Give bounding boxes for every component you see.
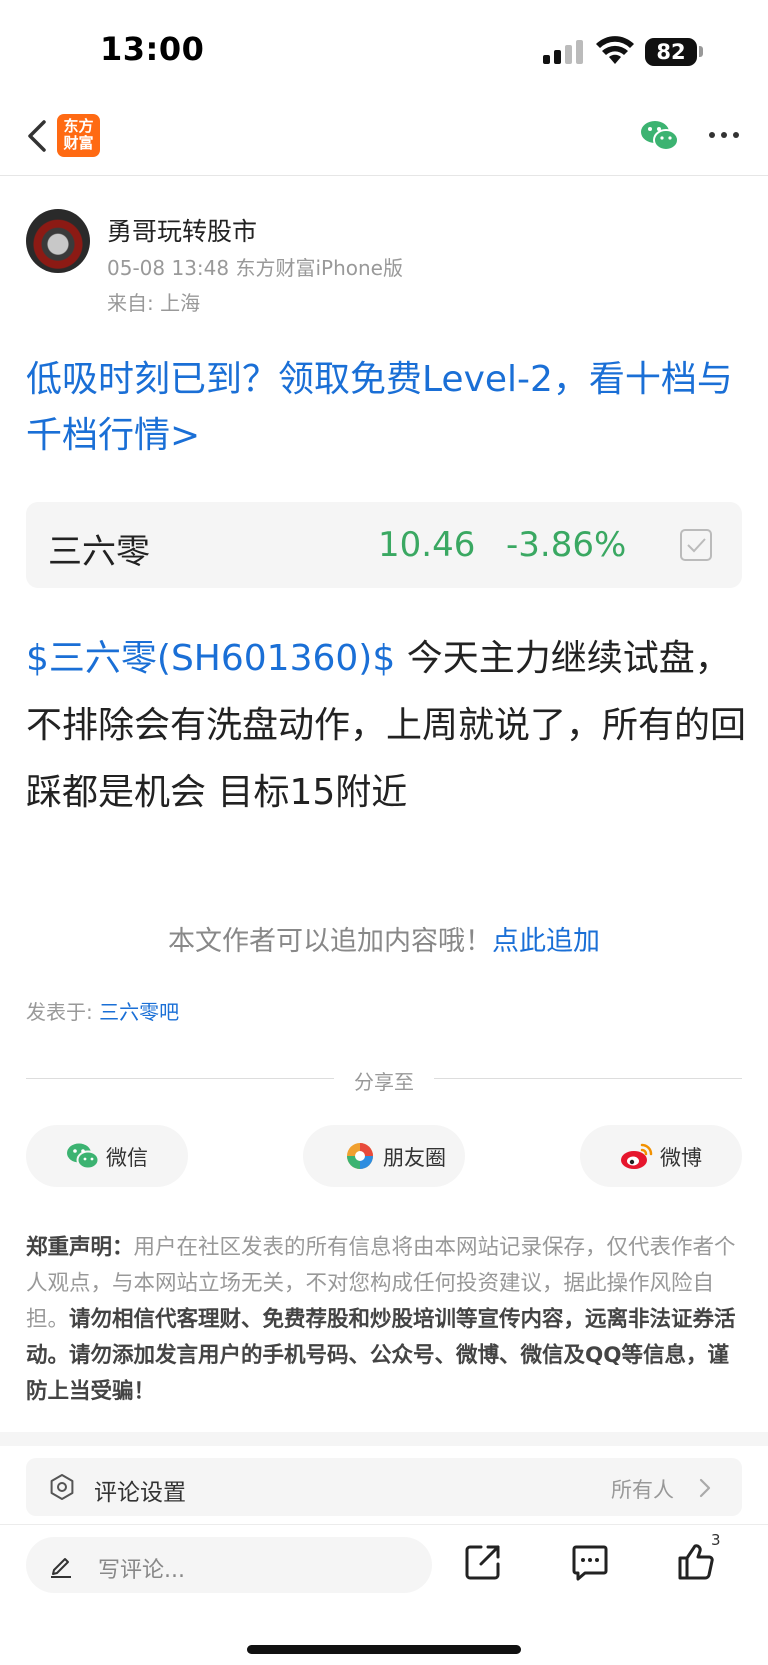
comment-placeholder: 写评论... [98, 1558, 185, 1583]
bottom-action-bar: 写评论... 3 [0, 1524, 768, 1665]
append-content-hint: 本文作者可以追加内容哦！点此追加 [0, 919, 768, 958]
weibo-icon [621, 1143, 653, 1169]
thumbs-up-icon[interactable] [677, 1543, 715, 1581]
cellular-signal-icon [543, 40, 583, 64]
stock-price: 10.46 [378, 525, 476, 565]
share-title: 分享至 [354, 1070, 414, 1094]
moments-icon [347, 1143, 373, 1169]
comment-settings-value: 所有人 [611, 1478, 674, 1502]
share-moments-label: 朋友圈 [383, 1146, 446, 1170]
divider-line-right [434, 1078, 742, 1079]
stock-name: 三六零 [48, 532, 150, 572]
comment-input[interactable]: 写评论... [26, 1537, 432, 1593]
battery-indicator: 82 [645, 38, 697, 66]
post-content: $三六零(SH601360)$ 今天主力继续试盘，不排除会有洗盘动作，上周就说了… [26, 625, 746, 826]
append-hint-text: 本文作者可以追加内容哦！ [168, 926, 492, 957]
pen-icon [51, 1558, 71, 1578]
like-count: 3 [711, 1531, 721, 1549]
post-meta: 05-08 13:48 东方财富iPhone版 [107, 256, 403, 280]
more-options-icon[interactable] [706, 120, 742, 150]
posted-in-label: 发表于: [26, 1000, 100, 1024]
wifi-icon [596, 36, 634, 64]
back-chevron-icon[interactable] [20, 114, 60, 158]
home-indicator [247, 1645, 521, 1654]
stock-tag-link[interactable]: $三六零(SH601360)$ [26, 638, 395, 679]
comment-icon[interactable] [571, 1543, 609, 1581]
add-watchlist-checkbox-icon[interactable] [679, 528, 713, 562]
disclaimer: 郑重声明：用户在社区发表的所有信息将由本网站记录保存，仅代表作者个人观点，与本网… [26, 1230, 744, 1410]
comment-settings-title: 评论设置 [94, 1480, 186, 1506]
share-wechat-button[interactable]: 微信 [26, 1125, 188, 1187]
post-location: 来自: 上海 [107, 291, 201, 315]
share-icon[interactable] [464, 1543, 502, 1581]
disclaimer-warning: 请勿相信代客理财、免费荐股和炒股培训等宣传内容，远离非法证券活动。请勿添加发言用… [26, 1307, 736, 1404]
gear-icon [50, 1474, 74, 1500]
forum-link[interactable]: 三六零吧 [99, 1000, 179, 1024]
logo-text-bottom: 财富 [63, 134, 94, 152]
share-weibo-button[interactable]: 微博 [580, 1125, 742, 1187]
share-moments-button[interactable]: 朋友圈 [303, 1125, 465, 1187]
wechat-icon [67, 1143, 100, 1170]
wechat-share-icon[interactable] [640, 118, 680, 154]
share-wechat-label: 微信 [106, 1146, 148, 1170]
section-separator [0, 1432, 768, 1446]
status-bar: 13:00 82 [0, 0, 768, 100]
logo-text-top: 东方 [63, 117, 94, 135]
level2-promo-link[interactable]: 低吸时刻已到？领取免费Level-2，看十档与千档行情> [26, 352, 742, 464]
nav-bar: 东方 财富 [0, 100, 768, 176]
author-name[interactable]: 勇哥玩转股市 [107, 212, 257, 248]
app-logo: 东方 财富 [57, 114, 100, 157]
battery-tip [699, 46, 703, 57]
share-divider: 分享至 [26, 1063, 742, 1094]
disclaimer-label: 郑重声明： [26, 1235, 134, 1260]
stock-quote-card[interactable]: 三六零 10.46 -3.86% [26, 502, 742, 588]
comment-settings-row[interactable]: 评论设置 所有人 [26, 1458, 742, 1516]
author-avatar[interactable] [26, 209, 90, 273]
chevron-right-icon [699, 1478, 711, 1498]
posted-in: 发表于: 三六零吧 [26, 996, 179, 1025]
append-content-link[interactable]: 点此追加 [492, 926, 600, 957]
stock-change: -3.86% [506, 525, 627, 565]
share-weibo-label: 微博 [660, 1146, 702, 1170]
status-time: 13:00 [100, 30, 205, 68]
